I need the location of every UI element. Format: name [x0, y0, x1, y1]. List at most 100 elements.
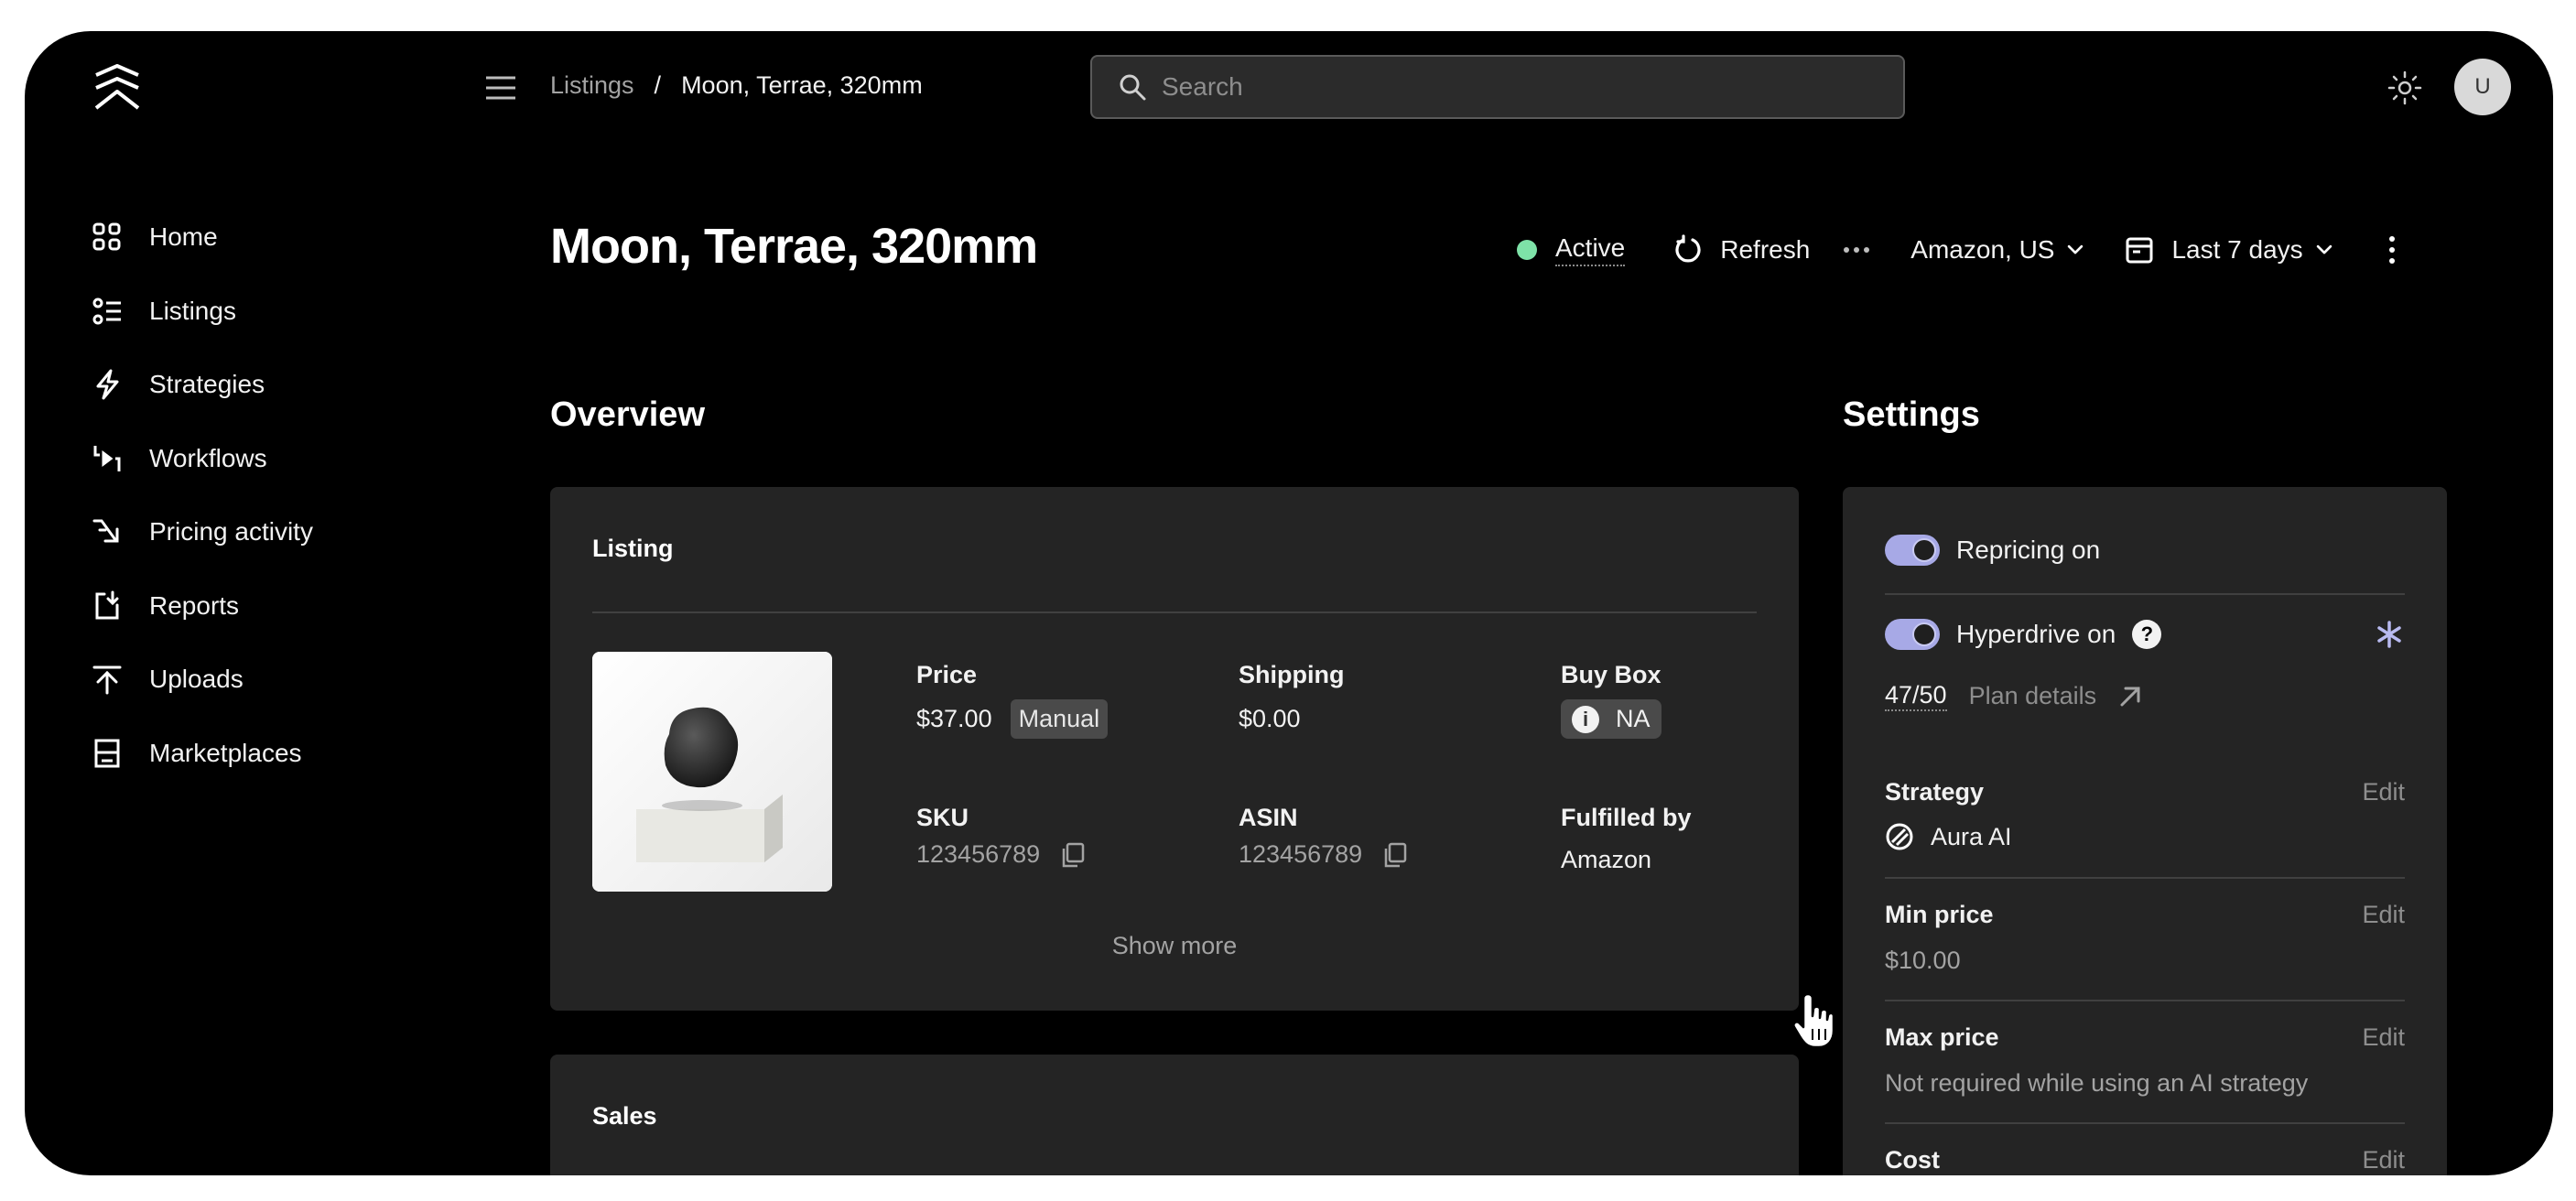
arrow-down-right-icon — [92, 519, 119, 543]
cost-edit-button[interactable]: Edit — [2362, 1146, 2405, 1174]
sun-icon[interactable] — [2387, 70, 2423, 106]
sku-value-row: 123456789 — [916, 840, 1086, 869]
status-badge[interactable]: Active — [1555, 233, 1626, 266]
strategy-value: Aura AI — [1931, 822, 2012, 850]
sidebar-item-label: Strategies — [149, 370, 265, 398]
cost-label: Cost — [1885, 1146, 1940, 1174]
page-title: Moon, Terrae, 320mm — [550, 219, 1038, 274]
copy-icon[interactable] — [1058, 841, 1086, 869]
upload-icon — [92, 665, 122, 695]
sidebar-item-reports[interactable]: Reports — [91, 578, 420, 634]
info-icon: i — [1572, 705, 1599, 733]
repricing-toggle[interactable] — [1885, 535, 1940, 566]
overview-heading: Overview — [550, 395, 705, 434]
menu-icon[interactable] — [482, 70, 519, 106]
hand-pointer-icon — [1792, 992, 1835, 1049]
strategy-edit-button[interactable]: Edit — [2362, 778, 2405, 806]
strategy-ai-icon — [1886, 823, 1913, 850]
price-value-row: $37.00 Manual — [916, 699, 1109, 739]
breadcrumb-separator: / — [654, 71, 662, 99]
strategy-value-row: Aura AI — [1885, 822, 2012, 851]
strategy-label: Strategy — [1885, 778, 1985, 806]
vertical-ellipsis-icon — [2388, 236, 2395, 264]
fulfilled-label: Fulfilled by — [1561, 804, 1692, 831]
price-mode-tag: Manual — [1010, 699, 1109, 739]
refresh-label: Refresh — [1720, 235, 1811, 264]
store-icon — [94, 739, 120, 767]
sidebar-item-pricing-activity[interactable]: Pricing activity — [91, 503, 420, 560]
refresh-button[interactable]: Refresh — [1672, 234, 1810, 265]
calendar-icon — [2126, 237, 2153, 264]
hyperdrive-label: Hyperdrive on — [1956, 620, 2116, 648]
more-options-button[interactable] — [1841, 234, 1872, 265]
breadcrumb: Listings / Moon, Terrae, 320mm — [550, 71, 923, 100]
asin-label: ASIN — [1239, 804, 1298, 831]
plan-details-link[interactable]: Plan details — [1969, 682, 2097, 710]
sidebar-item-home[interactable]: Home — [91, 209, 420, 265]
buybox-value: NA — [1616, 705, 1651, 732]
max-price-edit-button[interactable]: Edit — [2362, 1023, 2405, 1052]
divider — [1885, 1122, 2405, 1124]
min-price-value: $10.00 — [1885, 947, 1961, 974]
date-range-value: Last 7 days — [2171, 235, 2303, 264]
sidebar-item-workflows[interactable]: Workflows — [91, 430, 420, 487]
kebab-menu-button[interactable] — [2376, 234, 2408, 265]
max-price-label: Max price — [1885, 1023, 1999, 1051]
sidebar-item-label: Uploads — [149, 665, 244, 693]
refresh-icon — [1675, 234, 1701, 263]
asin-value: 123456789 — [1239, 840, 1363, 868]
sidebar-item-strategies[interactable]: Strategies — [91, 356, 420, 413]
external-link-icon[interactable] — [2116, 683, 2144, 710]
listing-card-title: Listing — [592, 535, 674, 562]
divider — [1885, 877, 2405, 879]
settings-card: Repricing on Hyperdrive on ? 47/50 Plan … — [1843, 487, 2447, 1175]
sidebar-item-uploads[interactable]: Uploads — [91, 651, 420, 708]
max-price-value: Not required while using an AI strategy — [1885, 1069, 2309, 1097]
date-range-dropdown[interactable]: Last 7 days — [2124, 234, 2335, 265]
sidebar-item-label: Workflows — [149, 443, 267, 472]
sidebar-nav: Home Listings Strategies Workflows Prici… — [91, 209, 420, 798]
listing-card: Listing Price $37.00 Manual SKU 12345678… — [550, 487, 1799, 1011]
sidebar-item-label: Reports — [149, 590, 240, 620]
asin-value-row: 123456789 — [1239, 840, 1408, 869]
breadcrumb-listings-link[interactable]: Listings — [550, 71, 634, 100]
sparkle-icon[interactable] — [2374, 619, 2405, 650]
search-box[interactable] — [1090, 55, 1905, 119]
sidebar-item-label: Listings — [149, 296, 236, 325]
report-icon — [95, 590, 119, 619]
sku-label: SKU — [916, 804, 969, 831]
marketplace-value: Amazon, US — [1910, 235, 2055, 264]
divider — [592, 611, 1757, 613]
sidebar-item-marketplaces[interactable]: Marketplaces — [91, 725, 420, 782]
sidebar-item-listings[interactable]: Listings — [91, 283, 420, 340]
product-image[interactable] — [592, 652, 832, 892]
header-actions: Active Refresh Amazon, US Last 7 days — [1517, 227, 2408, 273]
settings-heading: Settings — [1843, 395, 1980, 434]
ellipsis-icon — [1844, 247, 1870, 253]
help-icon[interactable]: ? — [2132, 620, 2162, 649]
hyperdrive-toggle[interactable] — [1885, 619, 1940, 650]
moon-product-illustration — [592, 652, 832, 892]
search-icon — [1120, 74, 1146, 101]
search-input[interactable] — [1162, 72, 1857, 102]
show-more-button[interactable]: Show more — [550, 932, 1799, 960]
hyperdrive-row: Hyperdrive on ? — [1885, 619, 2162, 650]
grid-icon — [92, 222, 121, 251]
buybox-badge[interactable]: i NA — [1561, 699, 1661, 739]
app-window: Home Listings Strategies Workflows Prici… — [25, 31, 2553, 1175]
shipping-value: $0.00 — [1239, 705, 1301, 732]
min-price-edit-button[interactable]: Edit — [2362, 901, 2405, 929]
sku-value: 123456789 — [916, 840, 1041, 868]
hyperdrive-usage: 47/50 — [1885, 681, 1947, 711]
divider — [1885, 593, 2405, 595]
sales-card-title: Sales — [592, 1102, 657, 1130]
chevron-down-icon — [2068, 244, 2084, 254]
marketplace-dropdown[interactable]: Amazon, US — [1910, 235, 2087, 265]
copy-icon[interactable] — [1380, 841, 1408, 869]
min-price-label: Min price — [1885, 901, 1994, 928]
avatar[interactable]: U — [2454, 59, 2511, 115]
buybox-value-row: i NA — [1561, 699, 1661, 739]
sidebar-item-label: Home — [149, 222, 218, 251]
sales-card: Sales — [550, 1055, 1799, 1175]
app-logo-icon[interactable] — [92, 64, 142, 114]
